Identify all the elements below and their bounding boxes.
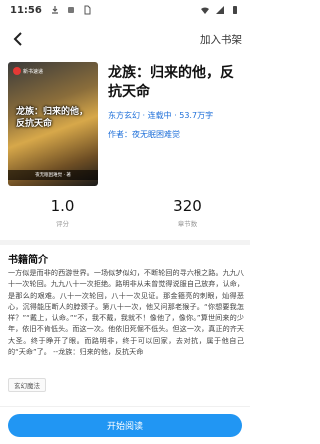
cover-badge-label: 新书速递 [23,68,44,75]
app-header: 加入书架 [0,26,250,52]
back-button[interactable] [8,29,28,49]
genre-tag[interactable]: 玄幻魔法 [8,378,46,392]
author-name[interactable]: 夜无眠困难觉 [132,130,180,139]
status-bar: 11:56 [0,0,250,20]
rating-label: 评分 [56,220,69,228]
book-stats: 1.0 评分 320 章节数 [0,197,250,231]
wifi-icon [201,7,209,14]
synopsis-heading: 书籍简介 [8,255,48,266]
author-label: 作者： [108,130,132,139]
rating-value: 1.0 [50,197,75,215]
badge-dot-icon [13,67,21,75]
add-to-shelf-button[interactable]: 加入书架 [200,32,242,47]
battery-icon [233,6,237,14]
chapters-value: 320 [173,197,202,215]
sim-icon [84,5,91,15]
book-meta: 东方玄幻 · 连载中 · 53.7万字 [108,111,214,120]
book-cover: 新书速递 龙族：归来的他，反抗天命 夜无眠困难觉 · 著 [8,62,98,186]
stat-chapters: 320 章节数 [125,197,250,231]
book-info: 新书速递 龙族：归来的他，反抗天命 夜无眠困难觉 · 著 龙族：归来的他，反抗天… [8,62,244,186]
section-divider [0,240,250,245]
cover-title: 龙族：归来的他，反抗天命 [16,107,89,129]
status-time: 11:56 [10,4,42,16]
status-left-icons [50,5,92,15]
start-reading-button[interactable]: 开始阅读 [8,414,242,437]
chevron-left-icon [13,32,22,46]
cover-footer: 夜无眠困难觉 · 著 [8,170,98,180]
book-author[interactable]: 作者：夜无眠困难觉 [108,129,244,140]
status-right-icons [200,5,240,15]
book-title: 龙族：归来的他，反抗天命 [108,65,234,100]
chapters-label: 章节数 [177,220,198,228]
cover-badge: 新书速递 [13,67,43,75]
stat-rating: 1.0 评分 [0,197,125,231]
notification-icon [67,7,74,13]
signal-icon [216,6,224,14]
download-icon [51,6,58,14]
synopsis-text: 一方似是而非的西游世界。一场似梦似幻，不断轮回的寻六根之路。九九八十一次轮回。九… [8,268,244,357]
book-details: 龙族：归来的他，反抗天命 东方玄幻 · 连载中 · 53.7万字 作者：夜无眠困… [108,62,244,186]
